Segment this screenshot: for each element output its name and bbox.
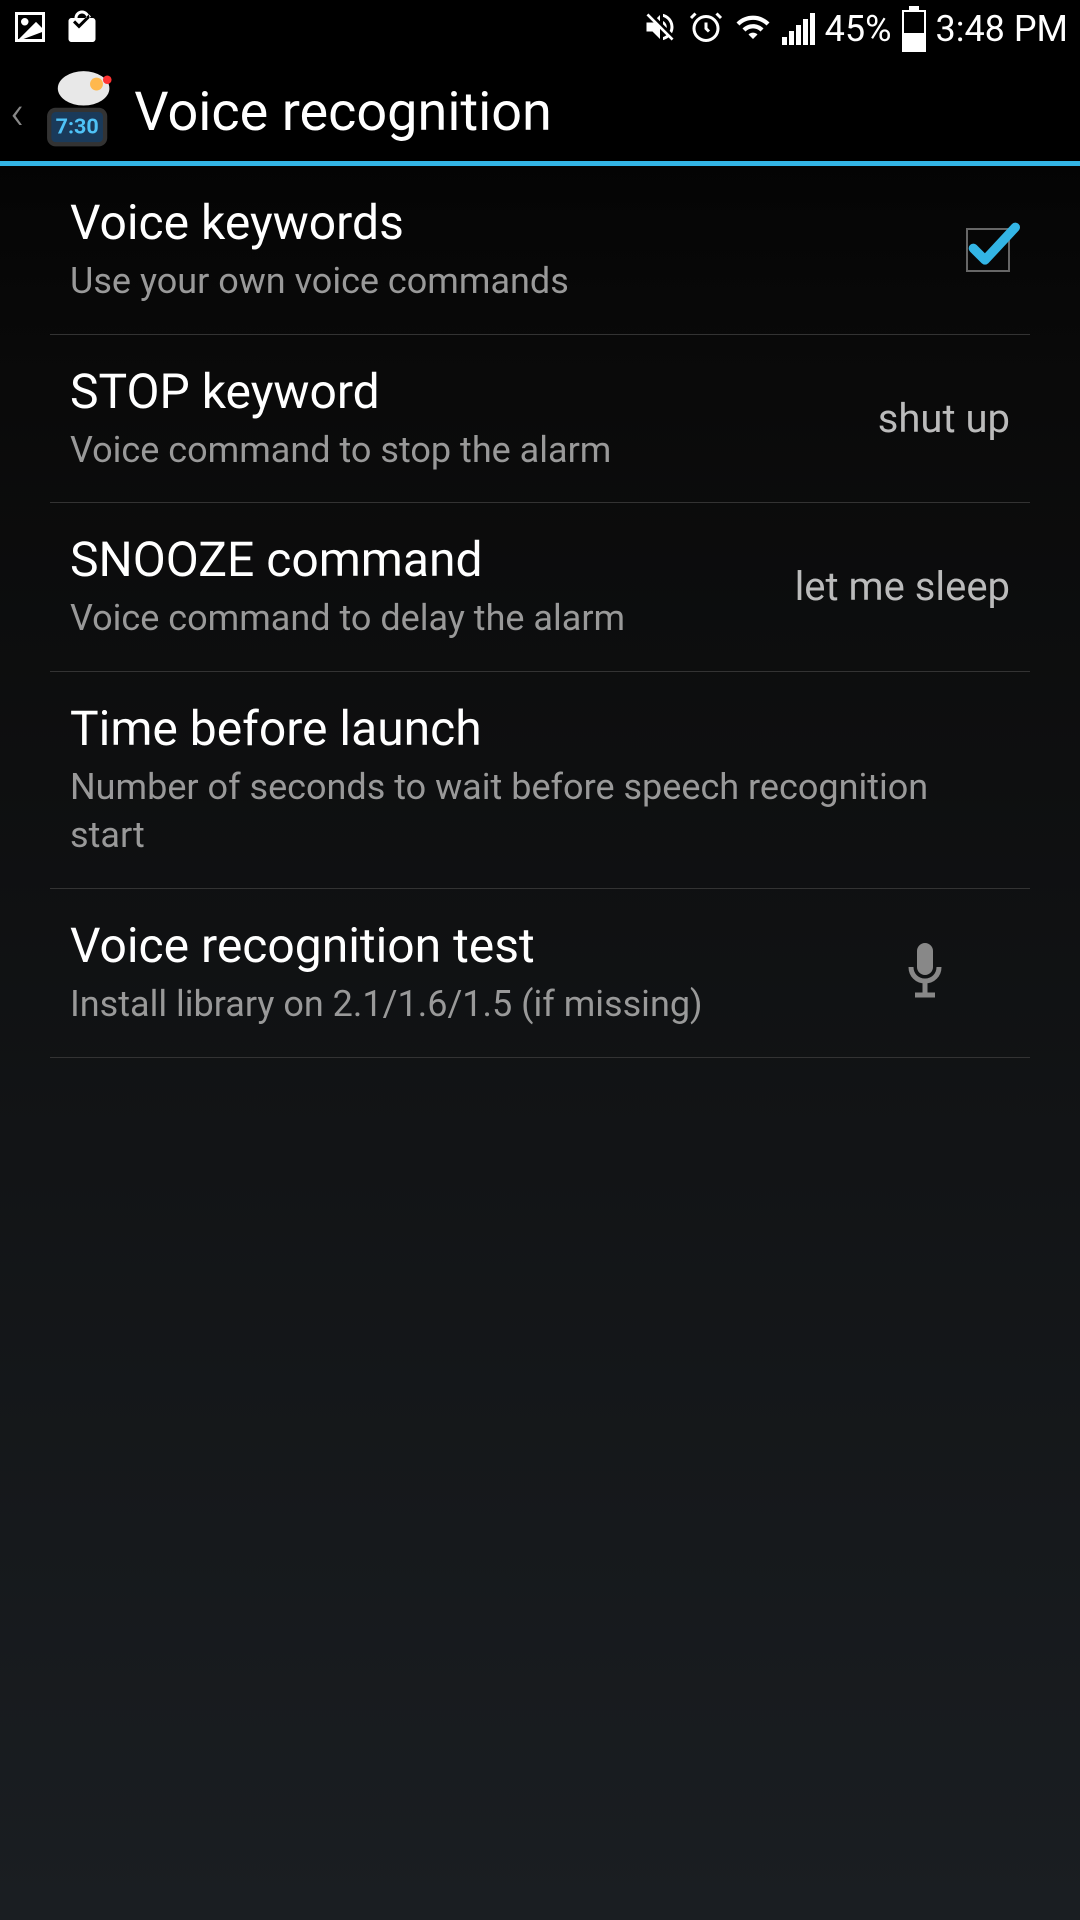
picture-icon bbox=[12, 9, 48, 49]
svg-text:7:30: 7:30 bbox=[56, 115, 99, 140]
status-left-icons bbox=[12, 9, 100, 49]
shopping-icon bbox=[64, 9, 100, 49]
setting-subtitle: Install library on 2.1/1.6/1.5 (if missi… bbox=[70, 980, 880, 1029]
page-title: Voice recognition bbox=[134, 81, 552, 144]
microphone-icon bbox=[900, 943, 950, 1003]
setting-voice-recognition-test[interactable]: Voice recognition test Install library o… bbox=[50, 889, 1030, 1058]
setting-title: Voice keywords bbox=[70, 194, 946, 251]
battery-icon bbox=[902, 6, 926, 52]
setting-text-block: SNOOZE command Voice command to delay th… bbox=[70, 531, 795, 643]
alarm-icon bbox=[688, 9, 724, 49]
setting-subtitle: Voice command to delay the alarm bbox=[70, 594, 775, 643]
back-chevron-icon[interactable]: ‹ bbox=[10, 84, 24, 141]
setting-title: SNOOZE command bbox=[70, 531, 775, 588]
header-divider bbox=[0, 161, 1080, 166]
setting-title: Time before launch bbox=[70, 700, 990, 757]
status-right-icons: 45% 3:48 PM bbox=[642, 6, 1068, 52]
setting-snooze-command[interactable]: SNOOZE command Voice command to delay th… bbox=[50, 503, 1030, 672]
setting-subtitle: Voice command to stop the alarm bbox=[70, 426, 858, 475]
checkbox[interactable] bbox=[966, 228, 1010, 272]
vibrate-icon bbox=[642, 9, 678, 49]
time: 3:48 PM bbox=[936, 8, 1069, 50]
setting-text-block: Voice keywords Use your own voice comman… bbox=[70, 194, 966, 306]
battery-percent: 45% bbox=[825, 8, 892, 50]
setting-value: let me sleep bbox=[795, 563, 1010, 610]
setting-subtitle: Use your own voice commands bbox=[70, 257, 946, 306]
setting-title: STOP keyword bbox=[70, 363, 858, 420]
setting-text-block: STOP keyword Voice command to stop the a… bbox=[70, 363, 878, 475]
signal-icon bbox=[782, 13, 815, 45]
status-bar: 45% 3:48 PM bbox=[0, 0, 1080, 58]
app-icon: 7:30 bbox=[32, 69, 118, 155]
app-header[interactable]: ‹ 7:30 Voice recognition bbox=[0, 58, 1080, 166]
setting-stop-keyword[interactable]: STOP keyword Voice command to stop the a… bbox=[50, 335, 1030, 504]
setting-text-block: Time before launch Number of seconds to … bbox=[70, 700, 1010, 860]
setting-time-before-launch[interactable]: Time before launch Number of seconds to … bbox=[50, 672, 1030, 889]
setting-voice-keywords[interactable]: Voice keywords Use your own voice comman… bbox=[50, 166, 1030, 335]
setting-subtitle: Number of seconds to wait before speech … bbox=[70, 763, 990, 860]
setting-title: Voice recognition test bbox=[70, 917, 880, 974]
settings-list: Voice keywords Use your own voice comman… bbox=[0, 166, 1080, 1058]
setting-text-block: Voice recognition test Install library o… bbox=[70, 917, 900, 1029]
setting-value: shut up bbox=[878, 395, 1010, 442]
wifi-icon bbox=[734, 9, 772, 49]
